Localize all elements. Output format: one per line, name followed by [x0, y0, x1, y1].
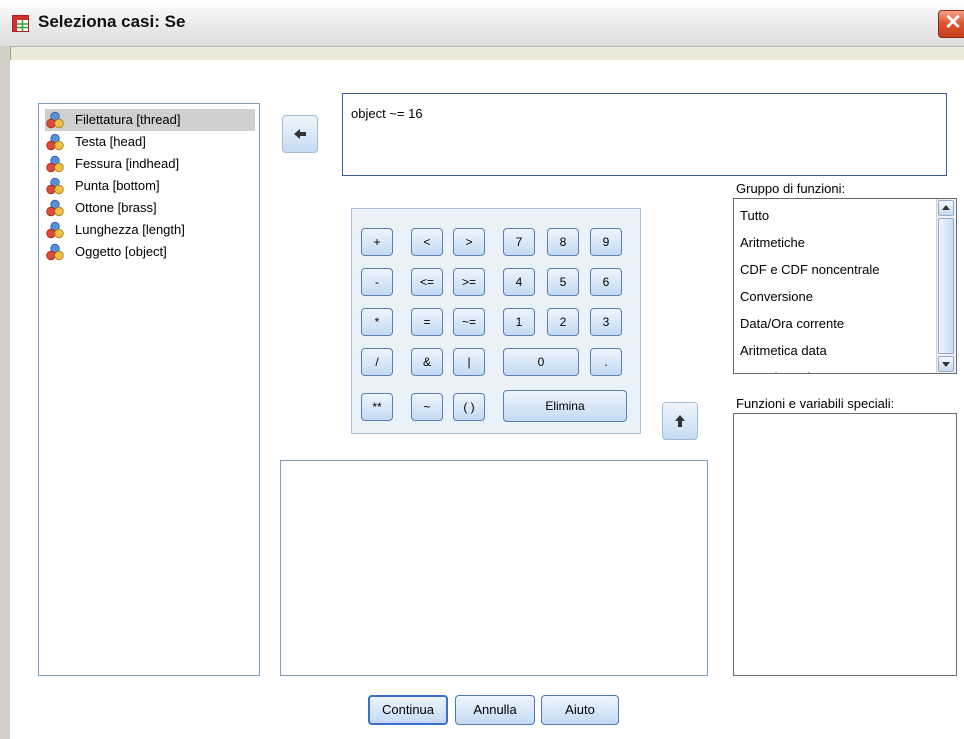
key-3[interactable]: 3	[590, 308, 622, 336]
insert-function-button[interactable]	[662, 402, 698, 440]
special-functions-list[interactable]	[733, 413, 957, 676]
function-group-item[interactable]: Aritmetiche	[740, 235, 805, 250]
key-less-equal[interactable]: <=	[411, 268, 443, 296]
function-group-item[interactable]: Creazione data	[740, 370, 828, 373]
variable-item[interactable]: Ottone [brass]	[45, 197, 255, 219]
function-group-item[interactable]: Conversione	[740, 289, 813, 304]
key-divide[interactable]: /	[361, 348, 393, 376]
key-not-equal[interactable]: ~=	[453, 308, 485, 336]
variable-item[interactable]: Fessura [indhead]	[45, 153, 255, 175]
scroll-thumb[interactable]	[938, 218, 954, 354]
nominal-variable-icon	[46, 133, 64, 151]
key-4[interactable]: 4	[503, 268, 535, 296]
function-group-item[interactable]: Aritmetica data	[740, 343, 827, 358]
dataset-icon	[12, 15, 29, 32]
nominal-variable-icon	[46, 155, 64, 173]
key-9[interactable]: 9	[590, 228, 622, 256]
special-functions-label: Funzioni e variabili speciali:	[736, 396, 895, 411]
dialog-window: Seleziona casi: Se ✕ Filettatura [thread…	[0, 0, 964, 739]
key-equals[interactable]: =	[411, 308, 443, 336]
variable-label: Fessura [indhead]	[75, 156, 180, 171]
move-to-expression-button[interactable]	[282, 115, 318, 153]
nominal-variable-icon	[46, 199, 64, 217]
key-minus[interactable]: -	[361, 268, 393, 296]
function-description-box	[280, 460, 708, 676]
variable-item[interactable]: Punta [bottom]	[45, 175, 255, 197]
variable-label: Ottone [brass]	[75, 200, 157, 215]
function-group-scrollbar[interactable]	[936, 199, 956, 373]
arrow-up-icon	[675, 415, 685, 427]
key-0[interactable]: 0	[503, 348, 579, 376]
key-greater-than[interactable]: >	[453, 228, 485, 256]
key-delete[interactable]: Elimina	[503, 390, 627, 422]
help-button[interactable]: Aiuto	[541, 695, 619, 725]
variable-label: Punta [bottom]	[75, 178, 160, 193]
key-less-than[interactable]: <	[411, 228, 443, 256]
key-not[interactable]: ~	[411, 393, 443, 421]
continue-button[interactable]: Continua	[368, 695, 448, 725]
function-group-item[interactable]: Tutto	[740, 208, 769, 223]
key-5[interactable]: 5	[547, 268, 579, 296]
key-8[interactable]: 8	[547, 228, 579, 256]
variable-list[interactable]: Filettatura [thread] Testa [head] Fessura …	[38, 103, 260, 676]
function-group-item[interactable]: CDF e CDF noncentrale	[740, 262, 879, 277]
variable-label: Filettatura [thread]	[75, 112, 181, 127]
key-power[interactable]: **	[361, 393, 393, 421]
variable-item[interactable]: Lunghezza [length]	[45, 219, 255, 241]
function-group-label: Gruppo di funzioni:	[736, 181, 846, 196]
scroll-down-icon[interactable]	[938, 356, 954, 372]
nominal-variable-icon	[46, 243, 64, 261]
variable-item[interactable]: Oggetto [object]	[45, 241, 255, 263]
key-greater-equal[interactable]: >=	[453, 268, 485, 296]
function-group-list[interactable]: Creazione data Aritmetica data Data/Ora co…	[733, 198, 957, 374]
key-or[interactable]: |	[453, 348, 485, 376]
cancel-button[interactable]: Annulla	[455, 695, 535, 725]
function-group-item[interactable]: Data/Ora corrente	[740, 316, 844, 331]
expression-field[interactable]: object ~= 16	[342, 93, 947, 176]
variable-label: Lunghezza [length]	[75, 222, 185, 237]
arrow-right-icon	[294, 129, 306, 139]
key-6[interactable]: 6	[590, 268, 622, 296]
nominal-variable-icon	[46, 177, 64, 195]
key-plus[interactable]: +	[361, 228, 393, 256]
scroll-up-icon[interactable]	[938, 200, 954, 216]
variable-label: Oggetto [object]	[75, 244, 167, 259]
variable-item[interactable]: Filettatura [thread]	[45, 109, 255, 131]
nominal-variable-icon	[46, 111, 64, 129]
key-multiply[interactable]: *	[361, 308, 393, 336]
window-title: Seleziona casi: Se	[38, 12, 186, 31]
calculator-keypad: + < > 7 8 9 - <= >= 4 5 6 * = ~= 1 2 3 /…	[351, 208, 641, 434]
key-1[interactable]: 1	[503, 308, 535, 336]
variable-label: Testa [head]	[75, 134, 146, 149]
key-2[interactable]: 2	[547, 308, 579, 336]
expression-text: object ~= 16	[351, 106, 423, 121]
key-decimal[interactable]: .	[590, 348, 622, 376]
close-button[interactable]: ✕	[938, 10, 964, 38]
title-bar[interactable]: Seleziona casi: Se ✕	[0, 0, 964, 47]
key-and[interactable]: &	[411, 348, 443, 376]
nominal-variable-icon	[46, 221, 64, 239]
key-parentheses[interactable]: ( )	[453, 393, 485, 421]
variable-item[interactable]: Testa [head]	[45, 131, 255, 153]
key-7[interactable]: 7	[503, 228, 535, 256]
